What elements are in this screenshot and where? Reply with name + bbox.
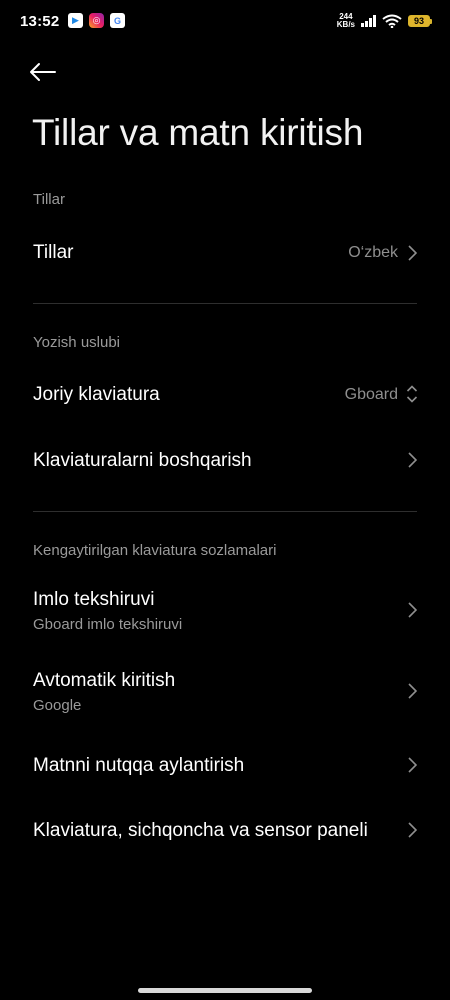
section-label-advanced: Kengaytirilgan klaviatura sozlamalari <box>33 542 277 559</box>
current-keyboard-row[interactable]: Joriy klaviatura Gboard <box>0 368 450 422</box>
languages-row-title: Tillar <box>33 242 74 263</box>
autofill-subtitle: Google <box>33 697 82 714</box>
google-icon: G <box>110 13 125 28</box>
chevron-right-icon <box>408 757 417 773</box>
instagram-icon: ◎ <box>89 13 104 28</box>
chevron-right-icon <box>408 602 417 618</box>
spell-check-title: Imlo tekshiruvi <box>33 589 155 610</box>
chevron-up-down-icon <box>406 385 418 403</box>
chevron-right-icon <box>408 683 417 699</box>
section-label-languages: Tillar <box>33 191 65 208</box>
page-title: Tillar va matn kiritish <box>32 112 364 153</box>
play-store-icon: ▶ <box>68 13 83 28</box>
status-time: 13:52 <box>20 13 60 30</box>
keyboard-mouse-title: Klaviatura, sichqoncha va sensor paneli <box>33 820 368 841</box>
manage-keyboards-row[interactable]: Klaviaturalarni boshqarish <box>0 434 450 488</box>
wifi-icon <box>382 14 402 28</box>
current-keyboard-title: Joriy klaviatura <box>33 384 160 405</box>
back-button[interactable] <box>28 58 64 86</box>
chevron-right-icon <box>408 245 417 261</box>
signal-icon <box>361 15 376 27</box>
chevron-right-icon <box>408 822 417 838</box>
text-to-speech-title: Matnni nutqqa aylantirish <box>33 755 245 776</box>
notification-icons: ▶ ◎ G <box>68 13 125 28</box>
spell-check-subtitle: Gboard imlo tekshiruvi <box>33 616 183 633</box>
autofill-title: Avtomatik kiritish <box>33 670 176 691</box>
network-speed-unit: KB/s <box>336 20 355 29</box>
divider <box>33 511 417 512</box>
languages-row[interactable]: Tillar O‘zbek <box>0 226 450 280</box>
languages-row-value: O‘zbek <box>348 244 398 261</box>
chevron-right-icon <box>408 452 417 468</box>
text-to-speech-row[interactable]: Matnni nutqqa aylantirish <box>0 739 450 793</box>
home-indicator[interactable] <box>138 988 312 993</box>
current-keyboard-value: Gboard <box>344 386 398 403</box>
manage-keyboards-title: Klaviaturalarni boshqarish <box>33 450 252 471</box>
battery-icon: 93 <box>408 15 432 27</box>
battery-level: 93 <box>408 15 430 27</box>
autofill-row[interactable]: Avtomatik kiritish Google <box>0 661 450 725</box>
section-label-input-method: Yozish uslubi <box>33 334 121 351</box>
network-speed: 244 KB/s <box>337 13 355 29</box>
status-right: 244 KB/s 93 <box>337 13 432 29</box>
divider <box>33 303 417 304</box>
arrow-left-icon <box>30 63 56 81</box>
spell-check-row[interactable]: Imlo tekshiruvi Gboard imlo tekshiruvi <box>0 580 450 644</box>
keyboard-mouse-row[interactable]: Klaviatura, sichqoncha va sensor paneli <box>0 804 450 858</box>
status-bar: 13:52 ▶ ◎ G 244 KB/s 93 <box>0 0 450 44</box>
